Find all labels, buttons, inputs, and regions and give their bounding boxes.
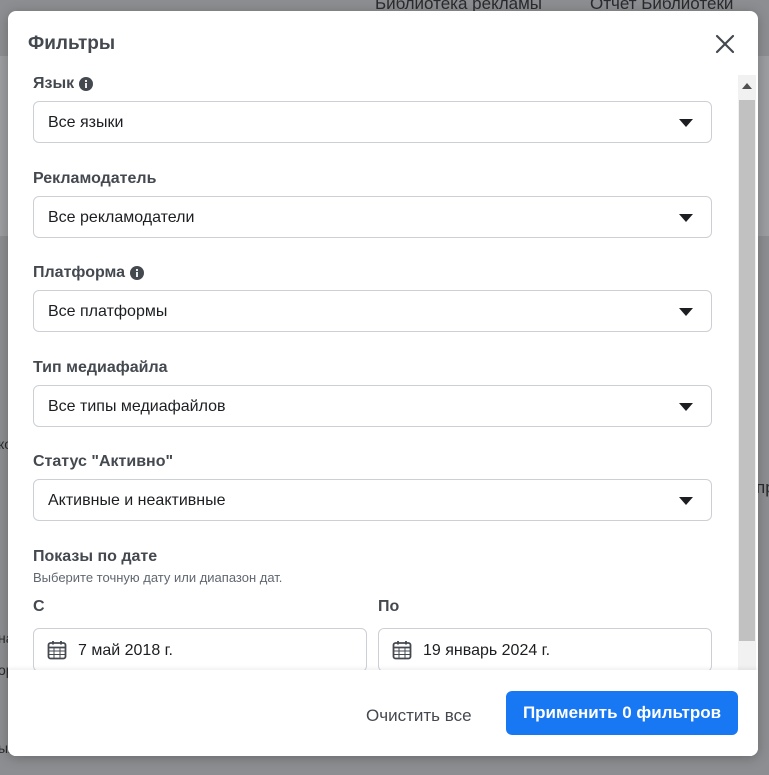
caret-down-icon (679, 308, 693, 316)
date-to-input[interactable]: 19 январь 2024 г. (378, 628, 712, 670)
date-to-value: 19 январь 2024 г. (423, 642, 551, 659)
calendar-icon (392, 641, 412, 660)
advertiser-label: Рекламодатель (33, 170, 157, 187)
close-icon (715, 34, 735, 54)
active-status-select[interactable]: Активные и неактивные (33, 479, 712, 521)
media-type-select[interactable]: Все типы медиафайлов (33, 385, 712, 427)
filters-modal: Фильтры Язык Все языки Рекламодатель Все… (8, 11, 758, 756)
date-from-label: С (33, 598, 45, 615)
filters-scroll-area: Язык Все языки Рекламодатель Все рекламо… (8, 73, 738, 670)
scrollbar-thumb[interactable] (739, 100, 755, 641)
caret-down-icon (679, 119, 693, 127)
filter-active-status: Статус "Активно" Активные и неактивные (33, 451, 712, 521)
platform-select-value: Все платформы (48, 303, 168, 320)
date-from-input[interactable]: 7 май 2018 г. (33, 628, 367, 670)
modal-title: Фильтры (28, 33, 116, 54)
modal-header: Фильтры (8, 11, 758, 73)
info-icon[interactable] (79, 77, 94, 91)
filter-date-range: Показы по дате Выберите точную дату или … (33, 546, 712, 585)
active-status-label: Статус "Активно" (33, 453, 174, 470)
advertiser-select[interactable]: Все рекламодатели (33, 196, 712, 238)
media-type-select-value: Все типы медиафайлов (48, 398, 226, 415)
scrollbar[interactable] (738, 75, 756, 691)
advertiser-select-value: Все рекламодатели (48, 209, 195, 226)
language-label: Язык (33, 75, 75, 92)
language-select-value: Все языки (48, 114, 124, 131)
date-to-label: По (378, 598, 400, 615)
date-range-hint: Выберите точную дату или диапазон дат. (33, 570, 283, 585)
clear-all-button[interactable]: Очистить все (356, 704, 482, 728)
filter-advertiser: Рекламодатель Все рекламодатели (33, 168, 712, 238)
language-select[interactable]: Все языки (33, 101, 712, 143)
date-to: По 19 январь 2024 г. (378, 596, 712, 670)
active-status-select-value: Активные и неактивные (48, 492, 226, 509)
date-from-value: 7 май 2018 г. (78, 642, 173, 659)
calendar-icon (47, 641, 67, 660)
date-range-label: Показы по дате (33, 548, 158, 565)
caret-down-icon (679, 214, 693, 222)
platform-label: Платформа (33, 264, 126, 281)
info-icon[interactable] (130, 266, 145, 280)
modal-footer: Очистить все Применить 0 фильтров (8, 670, 758, 756)
filter-language: Язык Все языки (33, 73, 712, 143)
close-button[interactable] (714, 33, 736, 55)
filter-media-type: Тип медиафайла Все типы медиафайлов (33, 357, 712, 427)
media-type-label: Тип медиафайла (33, 359, 168, 376)
caret-down-icon (679, 403, 693, 411)
date-from: С 7 май 2018 г. (33, 596, 367, 670)
caret-down-icon (679, 497, 693, 505)
apply-filters-button[interactable]: Применить 0 фильтров (506, 691, 738, 735)
platform-select[interactable]: Все платформы (33, 290, 712, 332)
filter-platform: Платформа Все платформы (33, 262, 712, 332)
scroll-up-arrow-icon[interactable] (742, 83, 752, 89)
